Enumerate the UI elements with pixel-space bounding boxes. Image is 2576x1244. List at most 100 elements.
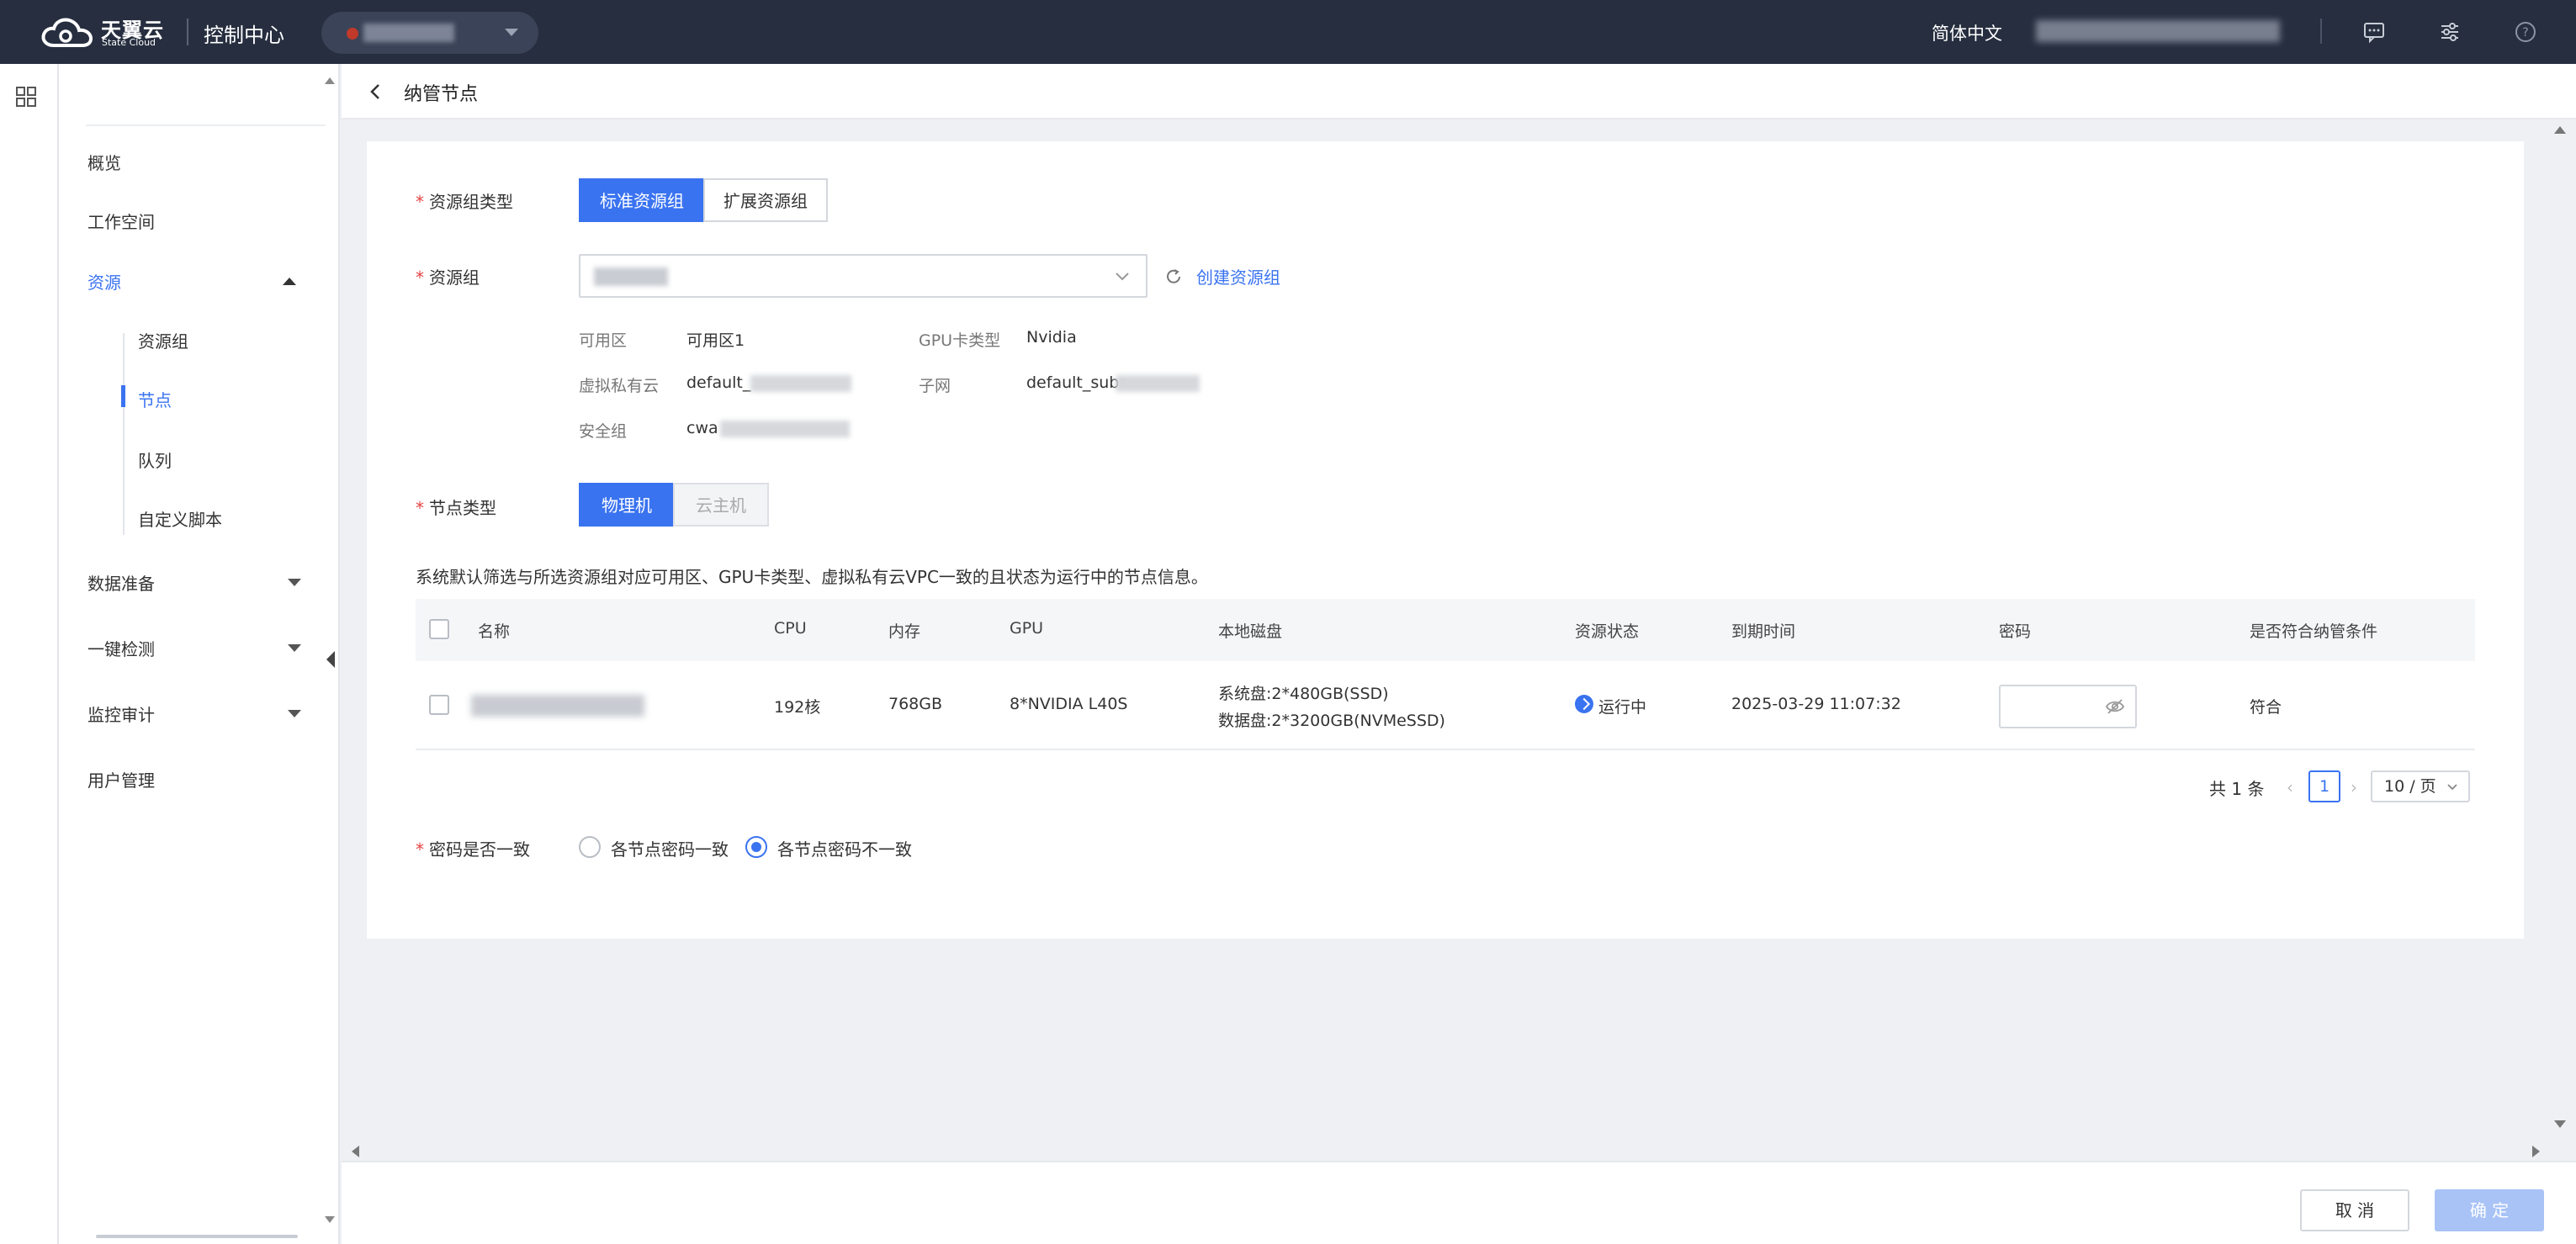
group-label: * 资源组 [416, 267, 480, 288]
gpu-type-key: GPU卡类型 [919, 331, 1001, 350]
subnet-key: 子网 [919, 377, 951, 395]
sidebar-scrollbar[interactable] [96, 1235, 298, 1238]
settings-sliders-icon[interactable] [2438, 20, 2462, 44]
scroll-down-icon[interactable] [325, 1216, 335, 1223]
scroll-up-icon[interactable] [325, 77, 335, 84]
console-title[interactable]: 控制中心 [204, 19, 284, 48]
filter-hint: 系统默认筛选与所选资源组对应可用区、GPU卡类型、虚拟私有云VPC一致的且状态为… [416, 567, 1208, 587]
chevron-down-icon[interactable] [288, 579, 301, 586]
page-size-value: 10 / 页 [2384, 777, 2436, 796]
zone-key: 可用区 [579, 331, 628, 350]
top-navbar: 天翼云 State Cloud 控制中心 简体中文 ? [0, 0, 2576, 64]
product-rail [0, 64, 59, 1244]
scroll-left-icon[interactable] [352, 1146, 359, 1157]
col-memory: 内存 [888, 622, 921, 641]
col-cpu: CPU [774, 619, 807, 638]
sidebar-subitem-resource-group[interactable]: 资源组 [138, 328, 188, 352]
cell-disk-system: 系统盘:2*480GB(SSD) [1218, 685, 1389, 703]
sidebar-collapse-icon[interactable] [326, 651, 335, 668]
zone-value: 可用区1 [686, 331, 745, 350]
sidebar-item-resources[interactable]: 资源 [87, 269, 121, 294]
resource-group-select[interactable] [579, 254, 1148, 298]
back-arrow-icon[interactable] [367, 82, 384, 101]
user-account-redacted[interactable] [2036, 20, 2280, 42]
chevron-down-icon[interactable] [288, 644, 301, 652]
sidebar-item-overview[interactable]: 概览 [87, 150, 121, 174]
col-name: 名称 [478, 622, 511, 641]
group-type-label: * 资源组类型 [416, 192, 513, 212]
region-name-redacted [363, 24, 454, 42]
sidebar-item-workspace[interactable]: 工作空间 [87, 209, 155, 233]
sidebar-subitem-nodes[interactable]: 节点 [138, 387, 172, 411]
security-group-value: cwa [686, 419, 718, 437]
node-type-cloud-host-button: 云主机 [673, 483, 769, 527]
form-card: * 资源组类型 标准资源组 扩展资源组 * 资源组 创建资源组 可用区 可用区1 G… [367, 141, 2524, 939]
create-resource-group-link[interactable]: 创建资源组 [1196, 264, 1280, 289]
sidebar-item-data-prep[interactable]: 数据准备 [87, 570, 155, 595]
topbar-divider [187, 19, 188, 45]
grid-menu-icon[interactable] [15, 86, 37, 108]
language-switch[interactable]: 简体中文 [1932, 20, 2002, 45]
subnet-value: default_subr [1026, 373, 1126, 392]
page-number[interactable]: 1 [2308, 770, 2340, 802]
help-icon[interactable]: ? [2514, 20, 2537, 44]
group-type-standard-button[interactable]: 标准资源组 [579, 178, 705, 222]
sidebar-subitem-queue[interactable]: 队列 [138, 447, 172, 472]
page-title: 纳管节点 [404, 84, 479, 105]
vpc-value: default_ [686, 373, 751, 392]
svg-text:?: ? [2522, 26, 2528, 40]
prev-page-icon[interactable]: ‹ [2287, 777, 2293, 797]
sidebar-item-one-click-check[interactable]: 一键检测 [87, 636, 155, 660]
topbar-divider [2320, 19, 2322, 44]
table-row: 192核 768GB 8*NVIDIA L40S 系统盘:2*480GB(SSD… [416, 661, 2475, 750]
confirm-button[interactable]: 确 定 [2435, 1189, 2544, 1231]
node-type-physical-button[interactable]: 物理机 [579, 483, 675, 527]
chevron-down-icon [2447, 784, 2457, 791]
password-input[interactable] [1999, 685, 2137, 728]
chevron-down-icon [505, 29, 518, 36]
password-different-radio[interactable] [745, 836, 767, 858]
running-status-icon [1575, 695, 1593, 713]
submenu-active-indicator [121, 385, 125, 407]
region-select[interactable] [321, 12, 538, 54]
col-local-disk: 本地磁盘 [1218, 622, 1283, 641]
cancel-button[interactable]: 取 消 [2300, 1189, 2409, 1231]
node-type-label: * 节点类型 [416, 498, 496, 518]
row-checkbox[interactable] [429, 695, 449, 715]
refresh-icon[interactable] [1164, 267, 1183, 286]
logo[interactable]: 天翼云 State Cloud [40, 12, 167, 52]
next-page-icon[interactable]: › [2351, 777, 2357, 797]
group-type-extended-button[interactable]: 扩展资源组 [703, 178, 828, 222]
selected-group-redacted [594, 267, 668, 286]
footer-bar: 取 消 确 定 [342, 1161, 2576, 1244]
logo-subtext: State Cloud [102, 37, 156, 48]
page-size-select[interactable]: 10 / 页 [2371, 770, 2470, 802]
sidebar: 概览 工作空间 资源 资源组 节点 队列 自定义脚本 数据准备 一键检测 监控审… [59, 64, 340, 1244]
chevron-down-icon[interactable] [288, 710, 301, 717]
cell-status: 运行中 [1598, 698, 1647, 717]
col-expire-time: 到期时间 [1731, 622, 1796, 641]
region-location-icon [347, 28, 358, 40]
cell-disk-data: 数据盘:2*3200GB(NVMeSSD) [1218, 712, 1445, 730]
vpc-key: 虚拟私有云 [579, 377, 660, 395]
password-same-label[interactable]: 各节点密码一致 [611, 836, 729, 860]
scroll-up-icon[interactable] [2554, 126, 2566, 134]
password-consistency-label: * 密码是否一致 [416, 839, 530, 860]
eye-off-icon[interactable] [2105, 698, 2125, 715]
select-all-checkbox[interactable] [429, 619, 449, 639]
security-group-key: 安全组 [579, 422, 628, 441]
gpu-type-value: Nvidia [1026, 328, 1077, 347]
page-header: 纳管节点 [342, 64, 2576, 119]
chevron-up-icon[interactable] [283, 278, 296, 285]
scroll-down-icon[interactable] [2554, 1120, 2566, 1128]
scroll-right-icon[interactable] [2532, 1146, 2540, 1157]
sidebar-item-monitor-audit[interactable]: 监控审计 [87, 701, 155, 726]
cell-memory: 768GB [888, 695, 943, 713]
chevron-down-icon [1116, 273, 1129, 281]
password-same-radio[interactable] [579, 836, 601, 858]
sidebar-subitem-custom-script[interactable]: 自定义脚本 [138, 506, 222, 531]
sidebar-item-user-management[interactable]: 用户管理 [87, 767, 155, 791]
message-icon[interactable] [2362, 20, 2386, 44]
cell-eligible: 符合 [2250, 698, 2282, 717]
password-different-label[interactable]: 各节点密码不一致 [777, 836, 912, 860]
